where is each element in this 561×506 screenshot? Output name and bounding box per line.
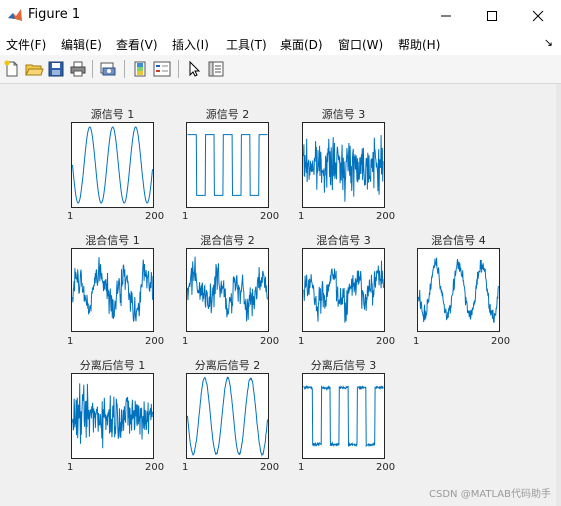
subplot-title: 混合信号 2 xyxy=(200,234,255,247)
subplot-title: 分离后信号 2 xyxy=(194,359,261,372)
maximize-button[interactable] xyxy=(469,0,515,31)
subplot-plot-area xyxy=(418,257,499,323)
open-file-icon[interactable] xyxy=(24,59,44,79)
x-tick-label: 1 xyxy=(298,336,305,347)
colorbar-icon[interactable] xyxy=(130,59,150,79)
select-pointer-icon[interactable] xyxy=(184,59,204,79)
watermark: CSDN @MATLAB代码助手 xyxy=(429,489,551,500)
subplot-title: 分离后信号 3 xyxy=(310,359,377,372)
subplot-title: 源信号 1 xyxy=(90,108,135,121)
menu-bar: 文件(F) 编辑(E) 查看(V) 插入(I) 工具(T) 桌面(D) 窗口(W… xyxy=(0,31,561,55)
x-tick-label: 1 xyxy=(413,336,420,347)
subplot-title: 源信号 2 xyxy=(205,108,250,121)
print-icon[interactable] xyxy=(68,59,88,79)
legend-icon[interactable] xyxy=(152,59,172,79)
signal-line xyxy=(72,257,153,322)
toolbar-separator xyxy=(178,60,179,78)
subplot-title: 分离后信号 1 xyxy=(79,359,146,372)
x-tick-label: 200 xyxy=(376,211,396,222)
subplot-plot-area xyxy=(187,376,268,457)
property-inspector-icon[interactable] xyxy=(206,59,226,79)
matlab-logo-icon xyxy=(8,9,22,21)
x-tick-label: 200 xyxy=(145,336,165,347)
subplot-axes[interactable] xyxy=(71,248,154,332)
print-preview-icon[interactable] xyxy=(98,59,118,79)
subplot-plot-area xyxy=(72,383,153,449)
menu-edit[interactable]: 编辑(E) xyxy=(61,36,102,53)
subplot-title: 混合信号 3 xyxy=(316,234,371,247)
signal-line xyxy=(418,257,499,323)
signal-line xyxy=(72,126,153,204)
x-tick-label: 200 xyxy=(376,462,396,473)
x-tick-label: 200 xyxy=(145,462,165,473)
menu-view[interactable]: 查看(V) xyxy=(116,36,158,53)
minimize-button[interactable] xyxy=(423,0,469,31)
vertical-scrollbar[interactable] xyxy=(556,84,561,506)
subplot-axes[interactable] xyxy=(302,373,385,459)
subplot-axes[interactable] xyxy=(186,122,269,208)
menu-window[interactable]: 窗口(W) xyxy=(338,36,383,53)
menu-help[interactable]: 帮助(H) xyxy=(398,36,440,53)
x-tick-label: 1 xyxy=(67,462,74,473)
menu-file[interactable]: 文件(F) xyxy=(6,36,46,53)
x-tick-label: 1 xyxy=(298,462,305,473)
new-figure-icon[interactable] xyxy=(2,59,22,79)
minimize-icon xyxy=(441,15,451,16)
x-tick-label: 1 xyxy=(298,211,305,222)
close-icon xyxy=(532,10,544,21)
subplot-axes[interactable] xyxy=(417,248,500,332)
close-button[interactable] xyxy=(515,0,561,31)
x-tick-label: 200 xyxy=(260,462,280,473)
x-tick-label: 200 xyxy=(260,211,280,222)
subplot-title: 源信号 3 xyxy=(321,108,366,121)
window-title: Figure 1 xyxy=(28,7,81,22)
x-tick-label: 200 xyxy=(260,336,280,347)
figure-toolbar xyxy=(0,55,561,84)
subplot-plot-area xyxy=(187,134,268,196)
x-tick-label: 1 xyxy=(67,211,74,222)
title-bar: Figure 1 xyxy=(0,0,561,31)
subplot-axes[interactable] xyxy=(71,373,154,459)
subplot-plot-area xyxy=(303,260,384,323)
x-tick-label: 1 xyxy=(182,462,189,473)
menu-desktop[interactable]: 桌面(D) xyxy=(280,36,323,53)
subplot-title: 混合信号 4 xyxy=(431,234,486,247)
subplot-plot-area xyxy=(303,384,384,448)
signal-line xyxy=(187,134,268,196)
signal-line xyxy=(303,135,384,202)
subplot-plot-area xyxy=(72,257,153,322)
signal-line xyxy=(187,376,268,457)
subplot-plot-area xyxy=(187,256,268,322)
maximize-icon xyxy=(487,10,497,21)
subplot-axes[interactable] xyxy=(71,122,154,208)
signal-line xyxy=(187,256,268,322)
subplot-axes[interactable] xyxy=(302,122,385,208)
subplot-axes[interactable] xyxy=(302,248,385,332)
x-tick-label: 1 xyxy=(67,336,74,347)
x-tick-label: 200 xyxy=(376,336,396,347)
menu-insert[interactable]: 插入(I) xyxy=(172,36,209,53)
signal-line xyxy=(72,383,153,449)
signal-line xyxy=(303,260,384,323)
signal-line xyxy=(303,384,384,448)
subplot-axes[interactable] xyxy=(186,248,269,332)
toolbar-separator xyxy=(92,60,93,78)
x-tick-label: 1 xyxy=(182,211,189,222)
toolbar-separator xyxy=(124,60,125,78)
subplot-plot-area xyxy=(72,126,153,204)
x-tick-label: 200 xyxy=(145,211,165,222)
subplot-axes[interactable] xyxy=(186,373,269,459)
x-tick-label: 200 xyxy=(491,336,511,347)
save-icon[interactable] xyxy=(46,59,66,79)
subplot-title: 混合信号 1 xyxy=(85,234,140,247)
subplot-plot-area xyxy=(303,135,384,202)
menu-dock-arrow-icon[interactable]: ↘ xyxy=(544,36,553,49)
x-tick-label: 1 xyxy=(182,336,189,347)
menu-tools[interactable]: 工具(T) xyxy=(226,36,267,53)
